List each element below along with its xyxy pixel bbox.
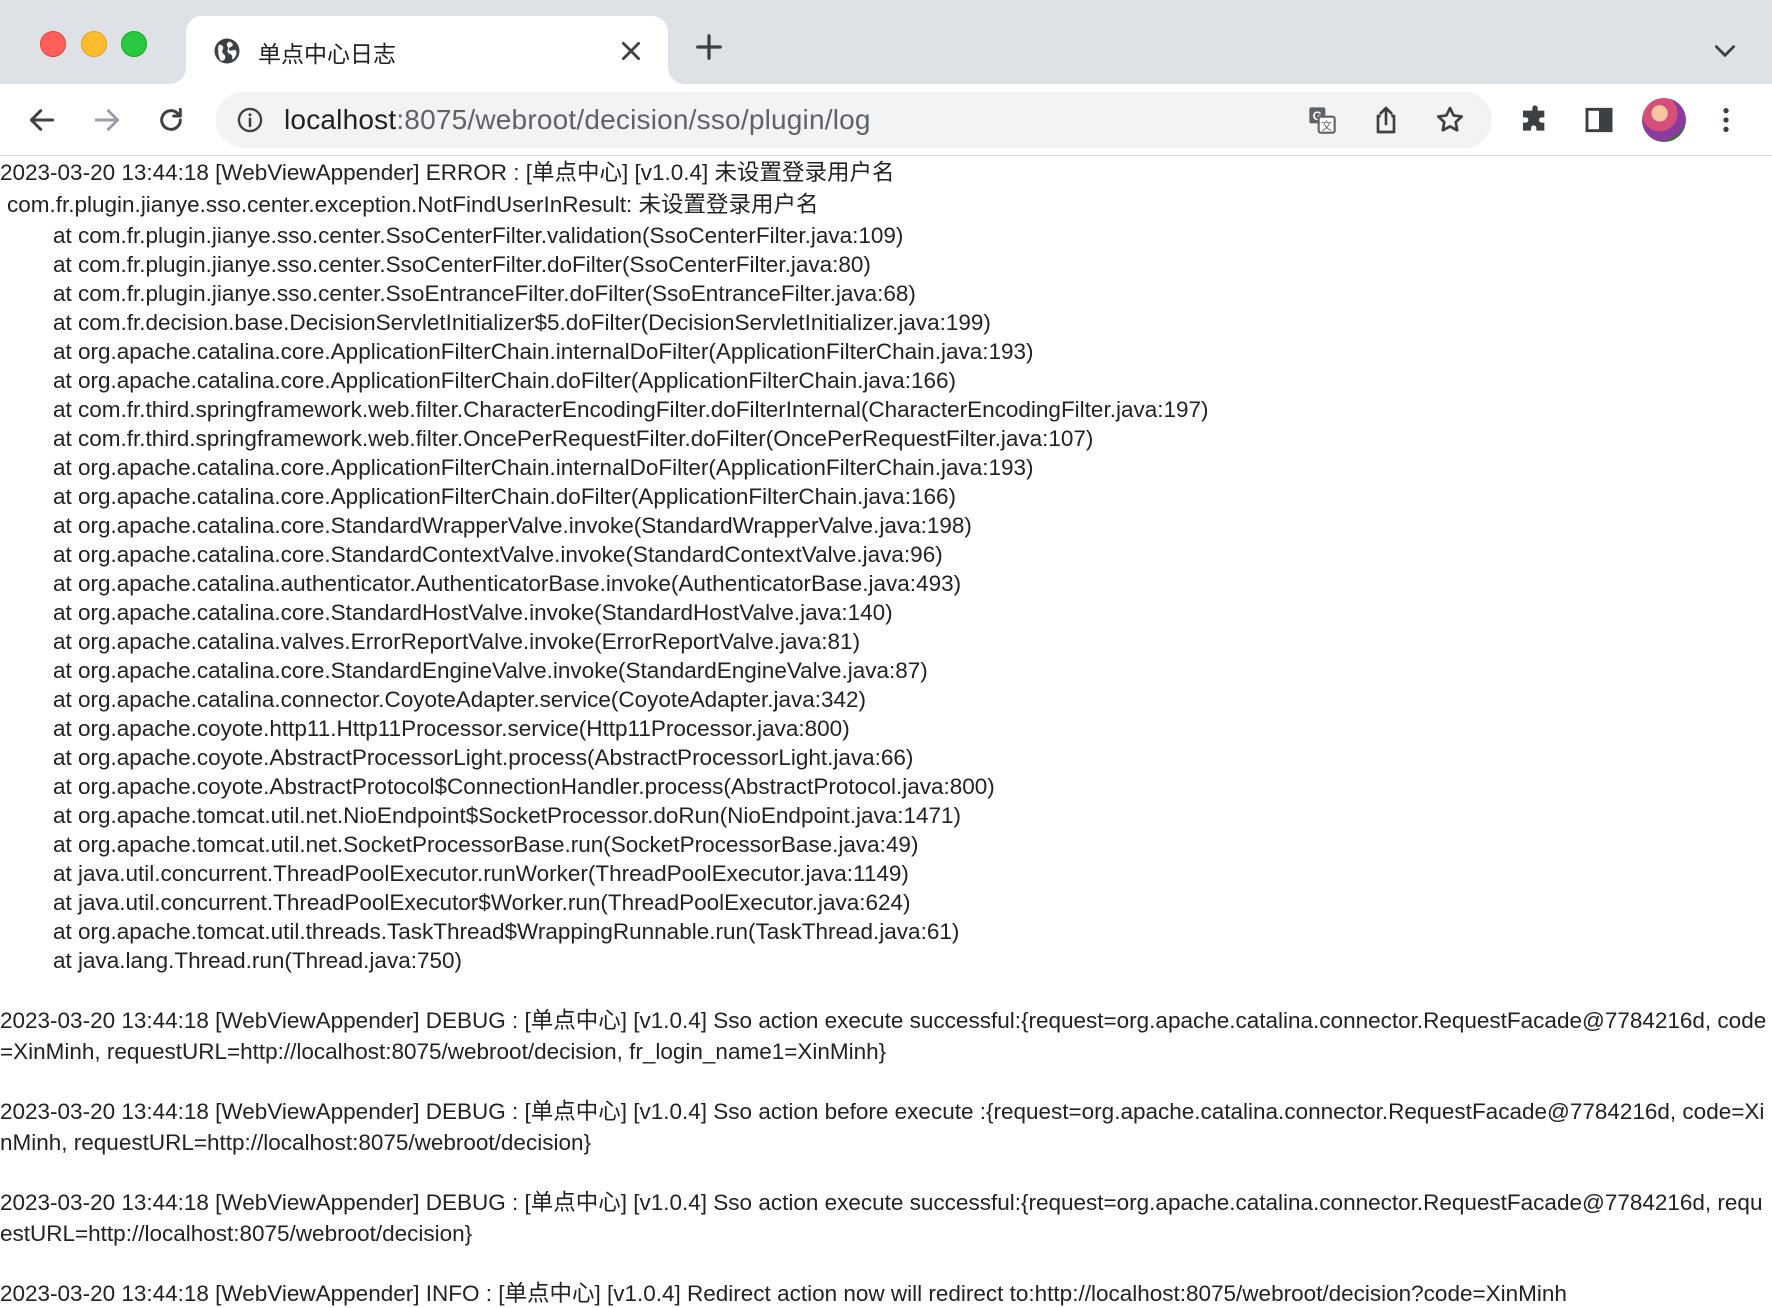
tab-title: 单点中心日志: [258, 41, 396, 67]
stack-frame: at org.apache.catalina.core.ApplicationF…: [53, 368, 956, 393]
stack-frame: at java.util.concurrent.ThreadPoolExecut…: [53, 890, 911, 915]
page-content: 2023-03-20 13:44:18 [WebViewAppender] ER…: [0, 157, 1772, 1308]
reload-button[interactable]: [151, 100, 191, 140]
extensions-button[interactable]: [1515, 100, 1555, 140]
url-text[interactable]: localhost:8075/webroot/decision/sso/plug…: [284, 104, 871, 136]
chevron-down-icon[interactable]: [1712, 38, 1738, 64]
stack-frame: at org.apache.catalina.core.StandardCont…: [53, 542, 943, 567]
address-bar[interactable]: localhost:8075/webroot/decision/sso/plug…: [216, 92, 1492, 148]
stack-frame: at org.apache.catalina.core.StandardWrap…: [53, 513, 972, 538]
more-vertical-icon: [1723, 108, 1729, 132]
globe-icon: [214, 38, 240, 64]
stack-frame: at com.fr.third.springframework.web.filt…: [53, 397, 1209, 422]
log-entry: 2023-03-20 13:44:18 [WebViewAppender] DE…: [0, 1099, 1765, 1155]
stack-frame: at org.apache.catalina.authenticator.Aut…: [53, 571, 962, 596]
stack-frame: at java.util.concurrent.ThreadPoolExecut…: [53, 861, 909, 886]
stack-frame: at org.apache.catalina.core.ApplicationF…: [53, 339, 1034, 364]
svg-text:文: 文: [1321, 119, 1332, 132]
close-window-button[interactable]: [40, 31, 66, 57]
info-icon[interactable]: [236, 106, 264, 134]
browser-toolbar: localhost:8075/webroot/decision/sso/plug…: [0, 84, 1772, 156]
side-panel-icon: [1585, 107, 1613, 133]
url-path: :8075/webroot/decision/sso/plugin/log: [396, 104, 871, 135]
stack-frame: at org.apache.tomcat.util.threads.TaskTh…: [53, 919, 960, 944]
stack-frame: at org.apache.coyote.AbstractProtocol$Co…: [53, 774, 995, 799]
stack-frame: at org.apache.coyote.AbstractProcessorLi…: [53, 745, 914, 770]
arrow-left-icon: [29, 109, 55, 131]
stack-frame: at org.apache.tomcat.util.net.NioEndpoin…: [53, 803, 962, 828]
close-tab-icon[interactable]: [618, 38, 644, 64]
back-button[interactable]: [22, 100, 62, 140]
stack-frame: at org.apache.catalina.connector.CoyoteA…: [53, 687, 867, 712]
stack-frame: at org.apache.catalina.core.ApplicationF…: [53, 455, 1034, 480]
share-icon: [1376, 106, 1396, 134]
stack-frame: at java.lang.Thread.run(Thread.java:750): [53, 948, 462, 973]
zoom-window-button[interactable]: [121, 31, 147, 57]
stack-frame: at org.apache.coyote.http11.Http11Proces…: [53, 716, 850, 741]
forward-button[interactable]: [87, 100, 127, 140]
tab-strip: 单点中心日志: [0, 0, 1772, 84]
translate-icon: G 文: [1309, 107, 1336, 134]
puzzle-icon: [1523, 105, 1545, 131]
stack-frame: at com.fr.third.springframework.web.filt…: [53, 426, 1094, 451]
stack-frame: at com.fr.plugin.jianye.sso.center.SsoCe…: [53, 223, 904, 248]
profile-avatar[interactable]: [1642, 98, 1686, 142]
stack-frame: at org.apache.catalina.core.ApplicationF…: [53, 484, 956, 509]
log-entry: 2023-03-20 13:44:18 [WebViewAppender] IN…: [0, 1281, 1567, 1306]
stack-frame: at com.fr.plugin.jianye.sso.center.SsoCe…: [53, 252, 871, 277]
url-host: localhost: [284, 104, 397, 135]
bookmark-button[interactable]: [1434, 104, 1466, 136]
share-button[interactable]: [1370, 104, 1402, 136]
stack-frame: at org.apache.tomcat.util.net.SocketProc…: [53, 832, 919, 857]
error-header: 2023-03-20 13:44:18 [WebViewAppender] ER…: [0, 160, 895, 185]
log-output: 2023-03-20 13:44:18 [WebViewAppender] ER…: [0, 157, 1772, 1308]
stack-frame: at org.apache.catalina.core.StandardEngi…: [53, 658, 928, 683]
star-icon: [1436, 106, 1464, 132]
stack-frame: at org.apache.catalina.core.StandardHost…: [53, 600, 893, 625]
stack-trace: at com.fr.plugin.jianye.sso.center.SsoCe…: [0, 221, 1772, 975]
log-entry: 2023-03-20 13:44:18 [WebViewAppender] DE…: [0, 1008, 1767, 1064]
stack-frame: at org.apache.catalina.valves.ErrorRepor…: [53, 629, 861, 654]
log-entry: 2023-03-20 13:44:18 [WebViewAppender] DE…: [0, 1190, 1763, 1246]
arrow-right-icon: [94, 109, 120, 131]
stack-frame: at com.fr.plugin.jianye.sso.center.SsoEn…: [53, 281, 916, 306]
side-panel-button[interactable]: [1579, 100, 1619, 140]
active-tab[interactable]: 单点中心日志: [170, 16, 684, 84]
reload-icon: [160, 107, 182, 131]
minimize-window-button[interactable]: [81, 31, 107, 57]
menu-button[interactable]: [1706, 100, 1746, 140]
new-tab-icon[interactable]: [694, 32, 724, 62]
stack-frame: at com.fr.decision.base.DecisionServletI…: [53, 310, 991, 335]
exception-line: com.fr.plugin.jianye.sso.center.exceptio…: [7, 192, 819, 217]
translate-button[interactable]: G 文: [1306, 104, 1338, 136]
